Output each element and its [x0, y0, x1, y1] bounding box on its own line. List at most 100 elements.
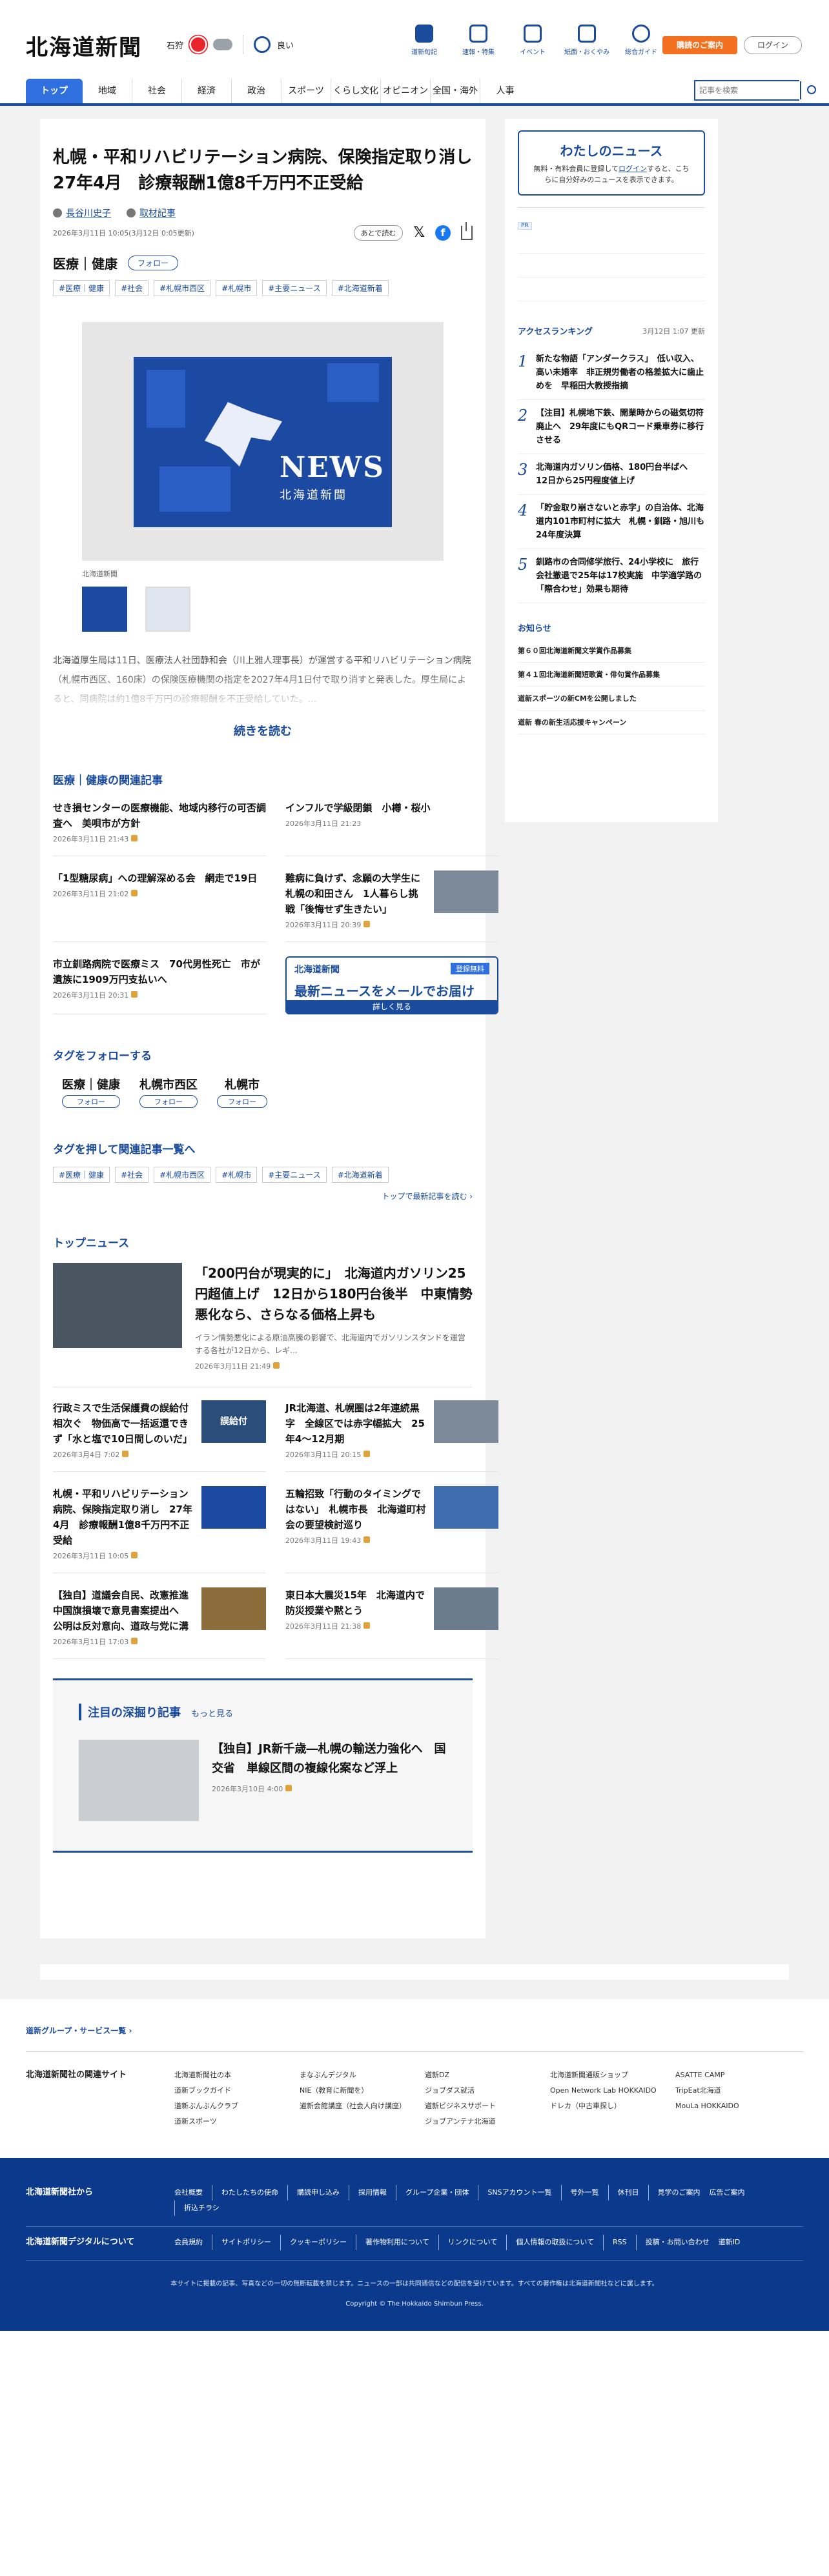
tag-link[interactable]: #主要ニュース: [262, 280, 327, 296]
site-link[interactable]: ASATTE CAMP: [675, 2068, 759, 2083]
gnav-tab-top[interactable]: トップ: [26, 79, 83, 103]
footer-link[interactable]: わたしたちの使命: [212, 2185, 287, 2200]
author-extra-link[interactable]: 取材記事: [139, 206, 176, 219]
login-button[interactable]: ログイン: [744, 36, 802, 54]
read-later-button[interactable]: あとで読む: [353, 225, 404, 241]
site-link[interactable]: 道新ブックガイド: [174, 2083, 300, 2098]
gnav-tab-economy[interactable]: 経済: [182, 79, 232, 103]
tag-follow-name[interactable]: 医療｜健康: [62, 1076, 120, 1092]
ranking-heading[interactable]: アクセスランキング: [518, 325, 593, 337]
weather-widget[interactable]: 石狩 良い: [167, 35, 294, 54]
subscribe-guide-button[interactable]: 購読のご案内: [662, 36, 737, 54]
tag-link[interactable]: #北海道新着: [331, 1167, 389, 1183]
footer-link[interactable]: SNSアカウント一覧: [478, 2185, 560, 2200]
related-article[interactable]: インフルで学級閉鎖 小樽・桜小 2026年3月11日 21:23: [285, 800, 498, 856]
site-link[interactable]: 道新ビジネスサポート: [425, 2098, 550, 2114]
gnav-tab-society[interactable]: 社会: [132, 79, 182, 103]
footer-link[interactable]: サイトポリシー: [212, 2235, 280, 2250]
site-link[interactable]: 道新DZ: [425, 2068, 550, 2083]
notice-heading[interactable]: お知らせ: [518, 621, 705, 634]
facebook-share-icon[interactable]: f: [435, 225, 451, 241]
gnav-tab-personnel[interactable]: 人事: [480, 79, 530, 103]
gnav-tab-opinion[interactable]: オピニオン: [381, 79, 431, 103]
top-latest-link[interactable]: トップで最新記事を読む ›: [53, 1191, 473, 1202]
header-nav-item[interactable]: 速報・特集: [456, 25, 501, 56]
top-news-item[interactable]: 東日本大震災15年 北海道内で防災授業や黙とう 2026年3月11日 21:38: [285, 1587, 498, 1659]
tag-link[interactable]: #医療｜健康: [53, 1167, 110, 1183]
tag-follow-button[interactable]: フォロー: [62, 1095, 120, 1108]
site-link[interactable]: NIE（教育に新聞を）: [300, 2083, 425, 2098]
share-icon[interactable]: [461, 221, 473, 240]
tag-link[interactable]: #社会: [115, 1167, 149, 1183]
footer-link[interactable]: 見学のご案内: [648, 2185, 710, 2200]
site-link[interactable]: 北海道新聞通販ショップ: [550, 2068, 675, 2083]
gnav-tab-world[interactable]: 全国・海外: [431, 79, 480, 103]
tag-link[interactable]: #北海道新着: [331, 280, 389, 296]
header-nav-item[interactable]: イベント: [510, 25, 555, 56]
search-icon[interactable]: [800, 81, 816, 99]
footer-link[interactable]: 休刊日: [608, 2185, 648, 2200]
footer-link[interactable]: リンクについて: [438, 2235, 507, 2250]
header-nav-item[interactable]: 道新旬記: [402, 25, 447, 56]
site-link[interactable]: ジョブダス就活: [425, 2083, 550, 2098]
header-nav-item[interactable]: 紙面・おくやみ: [564, 25, 609, 56]
site-link[interactable]: TripEat北海道: [675, 2083, 759, 2098]
footer-link[interactable]: 道新ID: [719, 2235, 750, 2250]
tag-link[interactable]: #医療｜健康: [53, 280, 110, 296]
top-news-item[interactable]: 五輪招致「行動のタイミングではない」 札幌市長 北海道町村会の要望検討巡り 202…: [285, 1486, 498, 1573]
deep-dive-article[interactable]: 【独自】JR新千歳―札幌の輸送力強化へ 国交省 単線区間の複線化案など浮上 20…: [79, 1740, 447, 1821]
notice-item[interactable]: 道新スポーツの新CMを公開しました: [518, 687, 705, 710]
gnav-tab-sports[interactable]: スポーツ: [281, 79, 331, 103]
read-more-link[interactable]: 続きを読む: [53, 722, 473, 739]
tag-follow-name[interactable]: 札幌市: [217, 1076, 267, 1092]
footer-link[interactable]: 号外一覧: [560, 2185, 608, 2200]
top-news-item[interactable]: 行政ミスで生活保護費の誤給付相次ぐ 物価高で一括返還できず「水と塩で10日間しの…: [53, 1400, 266, 1472]
footer-link[interactable]: 購読申し込み: [287, 2185, 349, 2200]
ranking-item[interactable]: 3 北海道内ガソリン価格、180円台半ばへ 12日から25円程度値上げ: [518, 454, 705, 495]
footer-link[interactable]: 会員規約: [174, 2235, 212, 2250]
category-name[interactable]: 医療｜健康: [53, 254, 118, 272]
site-link[interactable]: 北海道新聞社の本: [174, 2068, 300, 2083]
deep-dive-more-link[interactable]: もっと見る: [191, 1707, 233, 1719]
banner-cta[interactable]: 詳しく見る: [287, 1000, 497, 1013]
related-article[interactable]: 難病に負けず、念願の大学生に 札幌の和田さん 1人暮らし挑戦「後悔せず生きたい」…: [285, 870, 498, 942]
related-article[interactable]: 市立釧路病院で医療ミス 70代男性死亡 市が遺族に1909万円支払いへ 2026年…: [53, 956, 266, 1014]
site-link[interactable]: まなぶんデジタル: [300, 2068, 425, 2083]
site-link[interactable]: ドレカ（中古車探し）: [550, 2098, 675, 2114]
ranking-item[interactable]: 4 「貯金取り崩さないと赤字」の自治体、北海道内101市町村に拡大 札幌・釧路・旭…: [518, 495, 713, 549]
footer-link[interactable]: グループ企業・団体: [396, 2185, 478, 2200]
related-article[interactable]: せき損センターの医療機能、地域内移行の可否調査へ 美唄市が方針 2026年3月11…: [53, 800, 266, 856]
notice-item[interactable]: 道新 春の新生活応援キャンペーン: [518, 710, 705, 734]
tag-link[interactable]: #主要ニュース: [262, 1167, 327, 1183]
footer-link[interactable]: 会社概要: [174, 2185, 212, 2200]
photo-thumbnail[interactable]: [82, 587, 127, 632]
mail-newsletter-banner[interactable]: 北海道新聞 登録無料 最新ニュースをメールでお届け 詳しく見る: [285, 956, 498, 1014]
top-news-item[interactable]: JR北海道、札幌圏は2年連続黒字 全線区では赤字幅拡大 25年4～12月期 202…: [285, 1400, 498, 1472]
group-services-link[interactable]: 道新グループ・サービス一覧 ›: [26, 2025, 803, 2036]
notice-item[interactable]: 第４１回北海道新聞短歌賞・俳句賞作品募集: [518, 663, 705, 687]
tag-link[interactable]: #札幌市: [216, 1167, 258, 1183]
ranking-item[interactable]: 1 新たな物語「アンダークラス」 低い収入、高い未婚率 非正規労働者の格差拡大に歯…: [518, 346, 705, 400]
tag-link[interactable]: #札幌市西区: [154, 280, 211, 296]
site-logo[interactable]: 北海道新聞: [26, 30, 142, 61]
tag-link[interactable]: #札幌市西区: [154, 1167, 211, 1183]
site-link[interactable]: 道新スポーツ: [174, 2114, 300, 2129]
top-news-feature[interactable]: 「200円台が現実的に」 北海道内ガソリン25円超値上げ 12日から180円台後…: [53, 1263, 473, 1387]
site-link[interactable]: ジョブアンテナ北海道: [425, 2114, 550, 2129]
gnav-tab-region[interactable]: 地域: [83, 79, 132, 103]
x-share-icon[interactable]: 𝕏: [413, 225, 425, 241]
footer-link[interactable]: 個人情報の取扱について: [506, 2235, 603, 2250]
footer-link[interactable]: 採用情報: [349, 2185, 396, 2200]
pr-ad-area[interactable]: [518, 253, 705, 301]
my-news-login-link[interactable]: ログイン: [619, 165, 647, 173]
ranking-item[interactable]: 5 釧路市の合同修学旅行、24小学校に 旅行会社撤退で25年は17校実施 中学適学…: [518, 549, 705, 603]
header-nav-item[interactable]: 総合ガイド: [619, 25, 664, 56]
article-photo[interactable]: NEWS 北海道新聞: [82, 322, 444, 561]
search-input[interactable]: [695, 81, 800, 99]
tag-link[interactable]: #社会: [115, 280, 149, 296]
footer-link[interactable]: 折込チラシ: [174, 2200, 229, 2216]
footer-link[interactable]: 投稿・お問い合わせ: [635, 2235, 719, 2250]
notice-item[interactable]: 第６０回北海道新聞文学賞作品募集: [518, 639, 705, 663]
photo-thumbnail[interactable]: [145, 587, 190, 632]
top-news-item[interactable]: 【独自】道議会自民、改憲推進中国旗損壊で意見書案提出へ 公明は反対意向、道政与党…: [53, 1587, 266, 1659]
